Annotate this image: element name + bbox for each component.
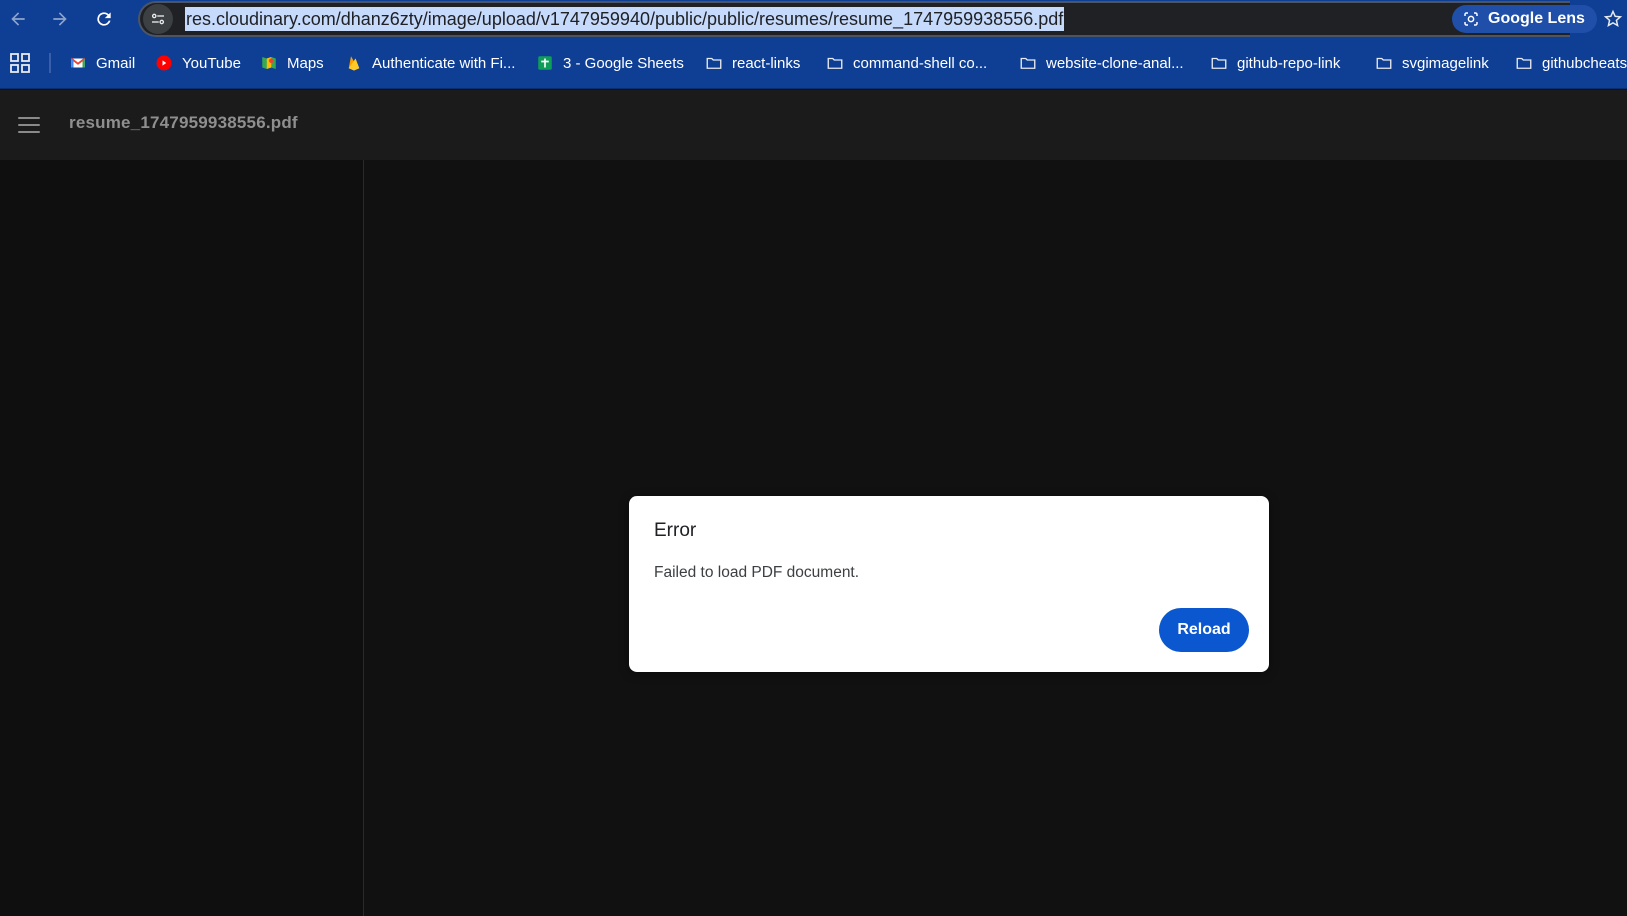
bookmark-label: website-clone-anal... [1046,54,1184,72]
document-title: resume_1747959938556.pdf [69,113,298,132]
bookmark-folder-react-links[interactable]: react-links [705,50,800,76]
firebase-icon [348,56,360,71]
bookmark-label: command-shell co... [853,54,988,72]
folder-icon [827,57,843,69]
bookmarks-separator [49,53,51,73]
bookmark-label: svgimagelink [1402,54,1489,72]
lens-icon [1464,12,1478,26]
site-info-button[interactable] [143,4,173,34]
refresh-icon [97,12,111,26]
reload-page-button[interactable] [89,4,119,34]
tune-icon [151,13,165,25]
bookmark-folder-website-clone[interactable]: website-clone-anal... [1019,50,1184,76]
bookmark-label: YouTube [182,54,241,72]
arrow-right-icon [53,12,67,26]
bookmark-maps[interactable]: Maps [260,50,324,76]
bookmark-folder-github-repo[interactable]: github-repo-link [1210,50,1340,76]
bookmark-label: github-repo-link [1237,54,1341,72]
arrow-left-icon [11,12,25,26]
menu-icon[interactable] [16,114,42,136]
bookmarks-bar: Gmail YouTube Maps Authenticate with Fi.… [0,37,1627,89]
bookmark-label: Gmail [96,54,136,72]
forward-button[interactable] [45,4,75,34]
bookmark-label: Authenticate with Fi... [372,54,516,72]
google-lens-button[interactable]: Google Lens [1452,5,1597,33]
gmail-icon [70,57,86,68]
apps-grid-icon[interactable] [9,52,31,74]
folder-icon [1211,57,1227,69]
thumbnail-sidebar [0,160,364,916]
bookmark-star-button[interactable] [1600,6,1626,32]
bookmark-folder-githubcheats[interactable]: githubcheats [1515,50,1627,76]
bookmark-label: react-links [732,54,801,72]
bookmark-label: 3 - Google Sheets [563,54,684,72]
google-lens-label: Google Lens [1488,10,1585,27]
star-icon [1603,9,1623,28]
sheets-icon [538,56,552,70]
dialog-title: Error [654,520,697,541]
pdf-viewer-header: resume_1747959938556.pdf [0,90,1627,160]
url-text[interactable]: res.cloudinary.com/dhanz6zty/image/uploa… [185,7,1065,31]
error-dialog: Error Failed to load PDF document. Reloa… [629,496,1269,672]
folder-icon [706,57,722,69]
bookmark-youtube[interactable]: YouTube [155,50,241,76]
back-button[interactable] [3,4,33,34]
folder-icon [1376,57,1392,69]
bookmark-label: githubcheats [1542,54,1627,72]
bookmark-authenticate[interactable]: Authenticate with Fi... [345,50,515,76]
youtube-icon [156,55,172,71]
browser-toolbar: res.cloudinary.com/dhanz6zty/image/uploa… [0,0,1627,37]
bookmark-gmail[interactable]: Gmail [69,50,135,76]
bookmark-folder-command-shell[interactable]: command-shell co... [826,50,987,76]
bookmark-folder-svgimagelink[interactable]: svgimagelink [1375,50,1489,76]
reload-button[interactable]: Reload [1159,608,1249,652]
maps-icon [262,57,276,69]
bookmark-google-sheets[interactable]: 3 - Google Sheets [536,50,684,76]
folder-icon [1020,57,1036,69]
bookmark-label: Maps [287,54,324,72]
folder-icon [1516,57,1532,69]
dialog-message: Failed to load PDF document. [654,564,860,581]
